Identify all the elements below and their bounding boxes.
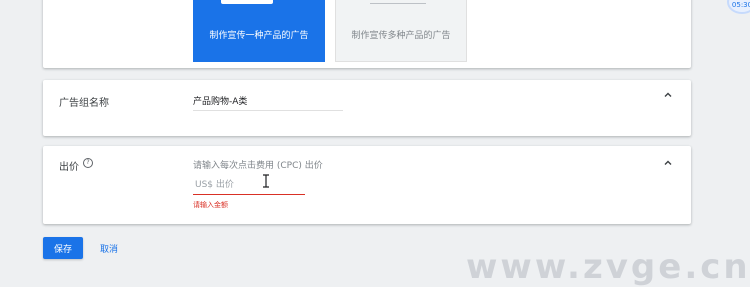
single-product-thumbnail [221,0,273,4]
option-single-product-label: 制作宣传一种产品的广告 [209,31,309,41]
chevron-up-icon[interactable] [663,158,673,168]
option-multi-product[interactable]: 制作宣传多种产品的广告 [335,0,467,62]
timer-text: 05:30 [731,1,750,9]
help-icon[interactable]: ? [83,158,93,168]
ad-group-name-section: 广告组名称 产品购物-A类 [43,80,691,136]
option-multi-product-label: 制作宣传多种产品的广告 [351,31,451,41]
bid-label: 出价 [59,162,79,173]
watermark: www.zvge.cn [466,247,750,287]
multi-product-thumbnail [370,3,426,4]
chevron-up-icon[interactable] [663,90,673,100]
option-single-product[interactable]: 制作宣传一种产品的广告 [193,0,325,62]
ad-group-name-label: 广告组名称 [59,98,109,109]
timer-badge: 05:30 [727,0,750,14]
cancel-button[interactable]: 取消 [96,237,122,259]
bid-input[interactable] [193,176,305,195]
ad-type-card: 制作宣传一种产品的广告 制作宣传多种产品的广告 [43,0,691,68]
text-cursor-icon [262,173,270,192]
save-button[interactable]: 保存 [43,237,83,259]
ad-group-name-field[interactable]: 产品购物-A类 [193,94,343,111]
bid-error-message: 请输入金额 [193,201,228,209]
bid-hint: 请输入每次点击费用 (CPC) 出价 [193,161,323,171]
bid-section: 出价 ? 请输入每次点击费用 (CPC) 出价 请输入金额 [43,146,691,224]
